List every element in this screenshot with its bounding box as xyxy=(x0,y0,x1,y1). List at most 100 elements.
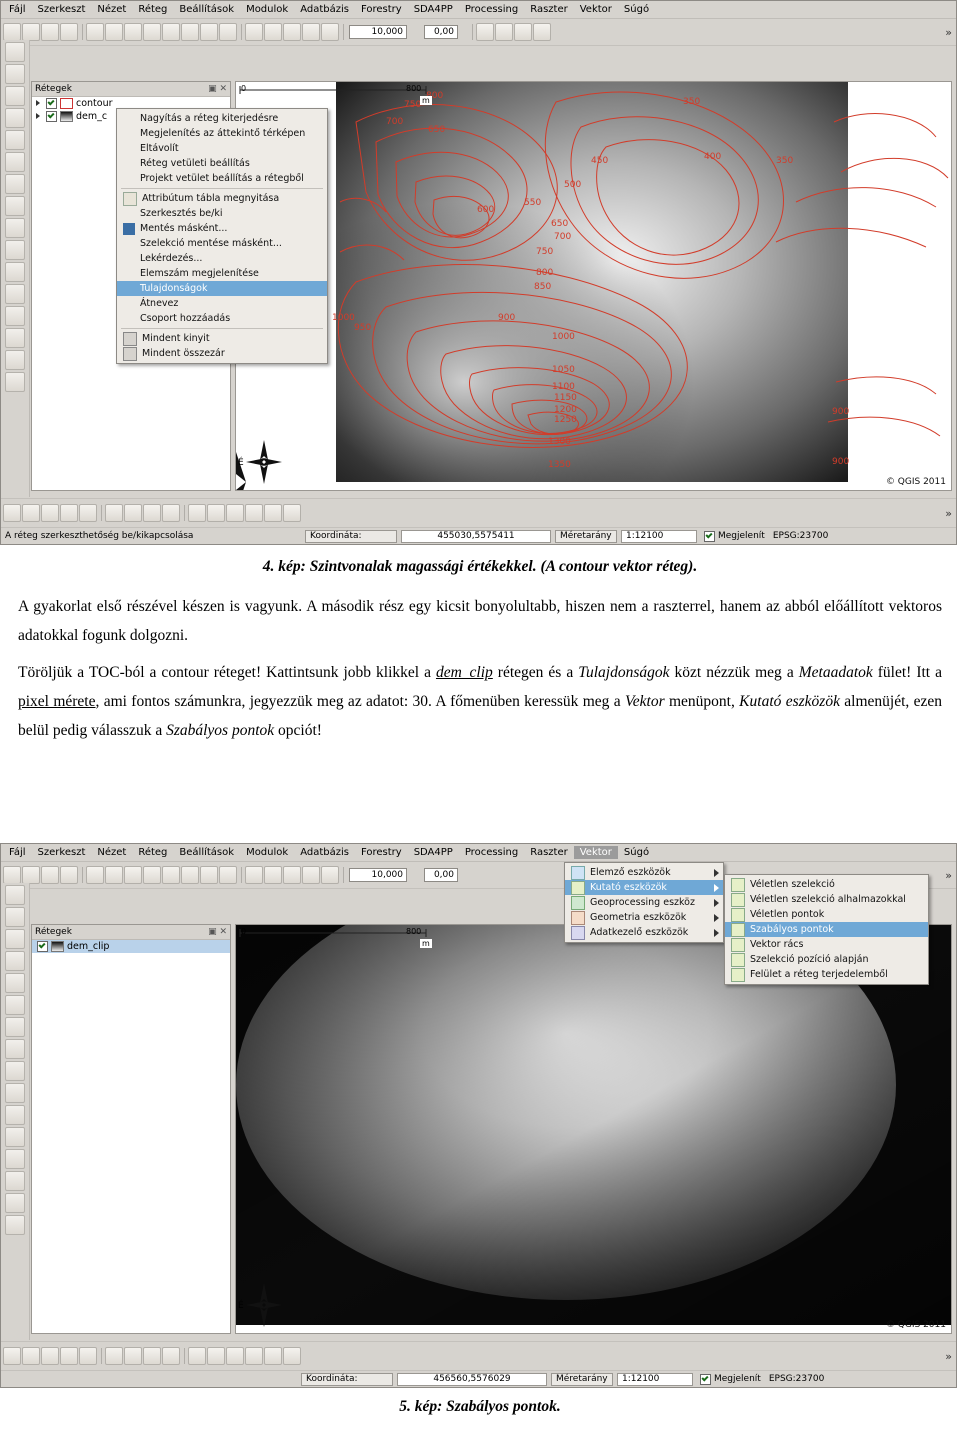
python-console-icon[interactable] xyxy=(5,328,25,348)
grass-tools-icon-2[interactable] xyxy=(5,1127,25,1147)
map-canvas-2[interactable]: 0 800 m É © QGIS 2011 xyxy=(235,924,952,1334)
bottom-toolbar-2[interactable]: » xyxy=(1,1341,956,1371)
new-project-icon-2[interactable] xyxy=(3,866,21,884)
menu-item-sda4pp[interactable]: SDA4PP xyxy=(408,3,459,16)
deselect-icon[interactable] xyxy=(321,23,339,41)
annotation-icon[interactable] xyxy=(514,23,532,41)
new-shapefile-icon[interactable] xyxy=(5,174,25,194)
zoom-out-icon[interactable] xyxy=(124,23,142,41)
menu-item-fajl-2[interactable]: Fájl xyxy=(3,846,32,859)
menu-item-sugo-2[interactable]: Súgó xyxy=(618,846,655,859)
plugin-icon-2-3[interactable] xyxy=(41,1347,59,1365)
add-postgis-layer-icon-2[interactable] xyxy=(5,929,25,949)
zoom-in-icon-2[interactable] xyxy=(105,866,123,884)
vektor-item-kutato[interactable]: Kutató eszközök xyxy=(565,880,723,895)
plugin-icon-2-6[interactable] xyxy=(105,1347,123,1365)
pan-icon[interactable] xyxy=(86,23,104,41)
save-as-icon-2[interactable] xyxy=(60,866,78,884)
help-icon-rail[interactable] xyxy=(5,372,25,392)
plugin-icon-1[interactable] xyxy=(3,504,21,522)
menu-bar-2[interactable]: Fájl Szerkeszt Nézet Réteg Beállítások M… xyxy=(1,844,956,862)
add-wfs-layer-icon[interactable] xyxy=(5,152,25,172)
panel-close-icon-1[interactable]: ▣ ✕ xyxy=(208,84,227,94)
render-checkbox-1[interactable] xyxy=(704,530,715,542)
scale-input-2[interactable]: 10,000 xyxy=(349,868,407,882)
vektor-item-elemzo[interactable]: Elemző eszközök xyxy=(565,865,723,880)
expand-arrow-icon[interactable] xyxy=(34,99,43,108)
ctx-item-save-selection-as[interactable]: Szelekció mentése másként... xyxy=(117,236,327,251)
vektor-item-adatkezelo[interactable]: Adatkezelő eszközök xyxy=(565,925,723,940)
zoom-full-icon[interactable] xyxy=(143,23,161,41)
select-features-icon[interactable] xyxy=(302,23,320,41)
expand-arrow-icon-2[interactable] xyxy=(34,112,43,121)
menu-item-vektor[interactable]: Vektor xyxy=(574,3,618,16)
vektor-item-geometria[interactable]: Geometria eszközök xyxy=(565,910,723,925)
zoom-selection-icon[interactable] xyxy=(162,23,180,41)
toolbar-overflow-icon[interactable]: » xyxy=(945,26,952,39)
rotation-input-2[interactable]: 0,00 xyxy=(424,868,458,882)
plugin-icon-9[interactable] xyxy=(162,504,180,522)
plugin-icon-2-12[interactable] xyxy=(226,1347,244,1365)
open-table-icon-2[interactable] xyxy=(5,1061,25,1081)
composer-manager-icon[interactable] xyxy=(5,350,25,370)
ctx-item-add-group[interactable]: Csoport hozzáadás xyxy=(117,311,327,326)
menu-item-processing-2[interactable]: Processing xyxy=(459,846,524,859)
save-as-icon[interactable] xyxy=(60,23,78,41)
plugin-icon-2-9[interactable] xyxy=(162,1347,180,1365)
new-spatialite-icon-2[interactable] xyxy=(5,1039,25,1059)
layer-visibility-checkbox-contour[interactable] xyxy=(46,98,57,109)
ctx-item-layer-crs[interactable]: Réteg vetületi beállítás xyxy=(117,156,327,171)
rotation-spin-icon-2[interactable] xyxy=(458,866,468,884)
ctx-item-show-in-overview[interactable]: Megjelenítés az áttekintő térképen xyxy=(117,126,327,141)
vektor-item-geoprocessing[interactable]: Geoprocessing eszköz xyxy=(565,895,723,910)
open-project-icon[interactable] xyxy=(22,23,40,41)
left-toolbar-1[interactable] xyxy=(1,40,30,497)
plugin-icon-2-8[interactable] xyxy=(143,1347,161,1365)
coordinate-value-1[interactable]: 455030,5575411 xyxy=(401,529,551,543)
deselect-icon-2[interactable] xyxy=(321,866,339,884)
ctx-item-collapse-all[interactable]: Mindent összezár xyxy=(117,346,327,361)
ctx-item-project-crs[interactable]: Projekt vetület beállítás a rétegből xyxy=(117,171,327,186)
plugin-manager-icon-2[interactable] xyxy=(5,1149,25,1169)
scale-spin-icon[interactable] xyxy=(407,23,417,41)
menu-bar-1[interactable]: Fájl Szerkeszt Nézet Réteg Beállítások M… xyxy=(1,1,956,19)
render-checkbox-2[interactable] xyxy=(700,1373,711,1385)
zoom-out-icon-2[interactable] xyxy=(124,866,142,884)
zoom-last-icon[interactable] xyxy=(200,23,218,41)
zoom-next-icon[interactable] xyxy=(219,23,237,41)
gps-tools-icon-2[interactable] xyxy=(5,1105,25,1125)
add-raster-layer-icon-2[interactable] xyxy=(5,907,25,927)
crs-label-2[interactable]: EPSG:23700 xyxy=(769,1374,824,1384)
plugin-icon-2-5[interactable] xyxy=(79,1347,97,1365)
submenu-item-szelekcio-pozicio[interactable]: Szelekció pozíció alapján xyxy=(725,952,928,967)
text-annotation-icon[interactable] xyxy=(495,23,513,41)
grass-tools-icon[interactable] xyxy=(5,284,25,304)
menu-item-modulok-2[interactable]: Modulok xyxy=(240,846,294,859)
menu-item-szerkeszt-2[interactable]: Szerkeszt xyxy=(32,846,92,859)
scale-value-1[interactable]: 1:12100 xyxy=(621,529,697,543)
menu-item-beallitasok-2[interactable]: Beállítások xyxy=(173,846,240,859)
ctx-item-show-feature-count[interactable]: Elemszám megjelenítése xyxy=(117,266,327,281)
rotation-input[interactable]: 0,00 xyxy=(424,25,458,39)
zoom-layer-icon[interactable] xyxy=(181,23,199,41)
zoom-full-icon-2[interactable] xyxy=(143,866,161,884)
pan-icon-2[interactable] xyxy=(86,866,104,884)
plugin-icon-12[interactable] xyxy=(226,504,244,522)
plugin-icon-2-13[interactable] xyxy=(245,1347,263,1365)
plugin-icon-8[interactable] xyxy=(143,504,161,522)
plugin-icon-15[interactable] xyxy=(283,504,301,522)
measure-icon-2[interactable] xyxy=(283,866,301,884)
refresh-icon[interactable] xyxy=(245,23,263,41)
zoom-last-icon-2[interactable] xyxy=(200,866,218,884)
add-vector-layer-icon[interactable] xyxy=(5,42,25,62)
open-project-icon-2[interactable] xyxy=(22,866,40,884)
plugin-icon-6[interactable] xyxy=(105,504,123,522)
add-postgis-layer-icon[interactable] xyxy=(5,86,25,106)
help-icon-rail-2[interactable] xyxy=(5,1215,25,1235)
ctx-item-expand-all[interactable]: Mindent kinyit xyxy=(117,331,327,346)
plugin-icon-10[interactable] xyxy=(188,504,206,522)
gps-tools-icon[interactable] xyxy=(5,262,25,282)
menu-item-fajl[interactable]: Fájl xyxy=(3,3,32,16)
identify-icon[interactable] xyxy=(264,23,282,41)
layer-visibility-checkbox-dem[interactable] xyxy=(46,111,57,122)
